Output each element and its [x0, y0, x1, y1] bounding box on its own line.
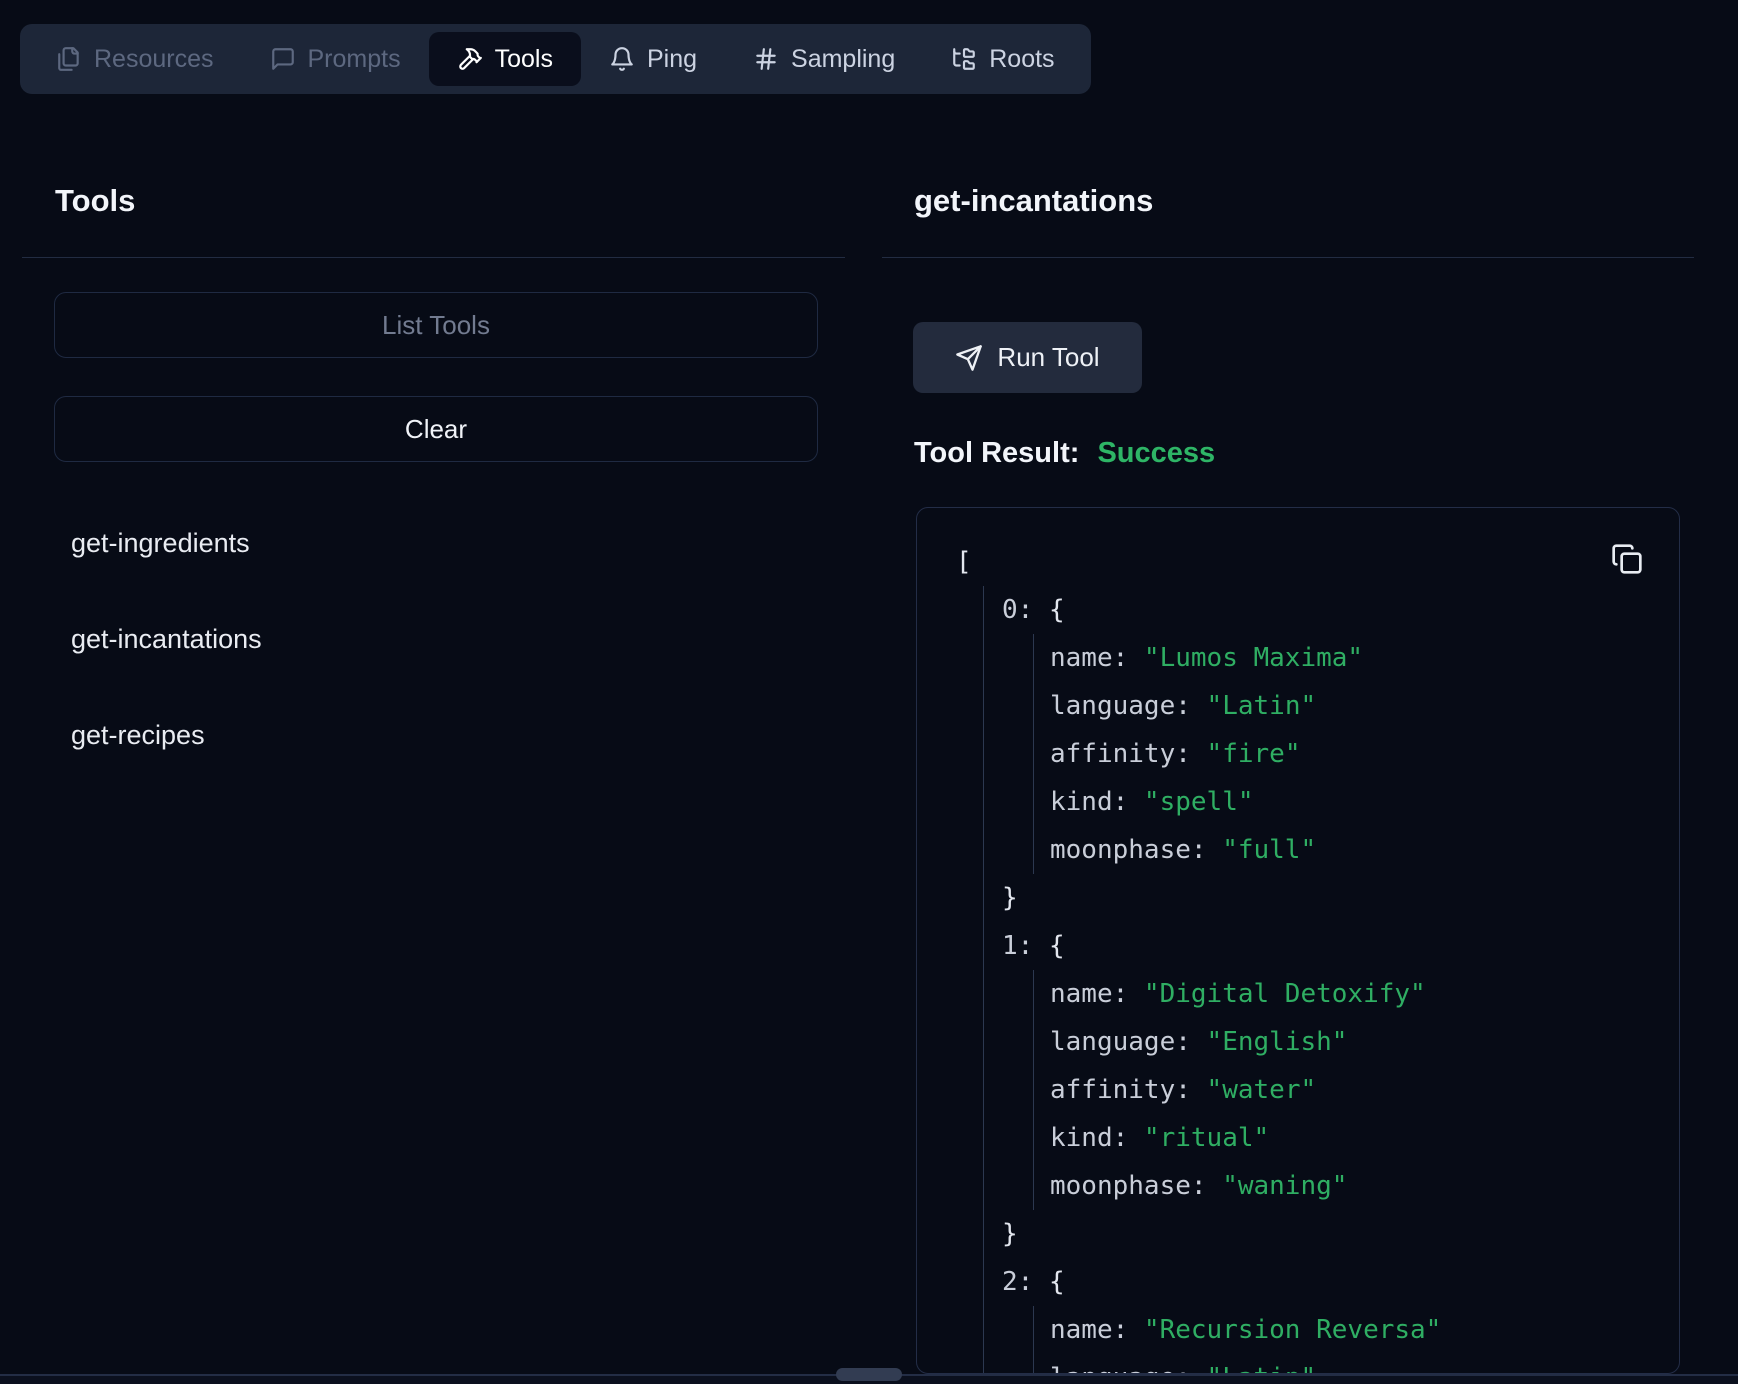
tool-result-json-viewer: [0: {name: "Lumos Maxima"language: "Lati…	[916, 507, 1680, 1374]
right-panel-title: get-incantations	[914, 183, 1153, 219]
json-row: moonphase: "full"	[1034, 826, 1679, 874]
tab-label: Ping	[647, 45, 697, 74]
tool-list-item[interactable]: get-ingredients	[71, 495, 262, 591]
bell-icon	[609, 46, 635, 72]
json-row: language: "English"	[1034, 1018, 1679, 1066]
json-row: 0: {	[984, 586, 1679, 634]
json-row: language: "Latin"	[1034, 1354, 1679, 1374]
json-row: }	[984, 874, 1679, 922]
json-row: [	[917, 538, 1679, 586]
left-header-divider	[22, 257, 845, 258]
json-row: name: "Digital Detoxify"	[1034, 970, 1679, 1018]
run-tool-label: Run Tool	[997, 342, 1099, 373]
json-row: affinity: "water"	[1034, 1066, 1679, 1114]
tool-result-label: Tool Result:	[914, 437, 1079, 469]
tool-result-line: Tool Result: Success	[914, 437, 1215, 470]
tool-list-item[interactable]: get-recipes	[71, 687, 262, 783]
copy-icon	[1611, 543, 1645, 575]
json-row: 1: {	[984, 922, 1679, 970]
tab-sampling[interactable]: Sampling	[725, 32, 923, 86]
tab-roots[interactable]: Roots	[923, 32, 1082, 86]
json-row: language: "Latin"	[1034, 682, 1679, 730]
hammer-icon	[457, 46, 483, 72]
tab-resources[interactable]: Resources	[28, 32, 242, 86]
json-row: moonphase: "waning"	[1034, 1162, 1679, 1210]
panel-drag-handle[interactable]	[836, 1368, 902, 1381]
json-row: kind: "spell"	[1034, 778, 1679, 826]
json-tree[interactable]: [0: {name: "Lumos Maxima"language: "Lati…	[917, 508, 1679, 1374]
tool-list-item[interactable]: get-incantations	[71, 591, 262, 687]
copy-button[interactable]	[1611, 542, 1645, 576]
send-icon	[955, 344, 983, 372]
list-tools-button[interactable]: List Tools	[54, 292, 818, 358]
files-icon	[56, 46, 82, 72]
tree-icon	[951, 46, 977, 72]
tab-bar: Resources Prompts Tools Ping	[20, 24, 1091, 94]
right-header-divider	[882, 257, 1694, 258]
json-row: }	[984, 1210, 1679, 1258]
json-row: kind: "ritual"	[1034, 1114, 1679, 1162]
json-row: name: "Recursion Reversa"	[1034, 1306, 1679, 1354]
json-row: name: "Lumos Maxima"	[1034, 634, 1679, 682]
json-row: 2: {	[984, 1258, 1679, 1306]
tool-list: get-ingredientsget-incantationsget-recip…	[71, 495, 262, 783]
tab-label: Roots	[989, 45, 1054, 74]
clear-button[interactable]: Clear	[54, 396, 818, 462]
left-panel-title: Tools	[55, 183, 135, 219]
tab-prompts[interactable]: Prompts	[242, 32, 429, 86]
json-row: affinity: "fire"	[1034, 730, 1679, 778]
message-icon	[270, 46, 296, 72]
tab-label: Prompts	[308, 45, 401, 74]
tab-label: Tools	[495, 45, 553, 74]
tab-tools[interactable]: Tools	[429, 32, 581, 86]
hash-icon	[753, 46, 779, 72]
tab-label: Resources	[94, 45, 214, 74]
tab-ping[interactable]: Ping	[581, 32, 725, 86]
tool-result-status: Success	[1097, 437, 1215, 469]
tab-label: Sampling	[791, 45, 895, 74]
run-tool-button[interactable]: Run Tool	[913, 322, 1142, 393]
